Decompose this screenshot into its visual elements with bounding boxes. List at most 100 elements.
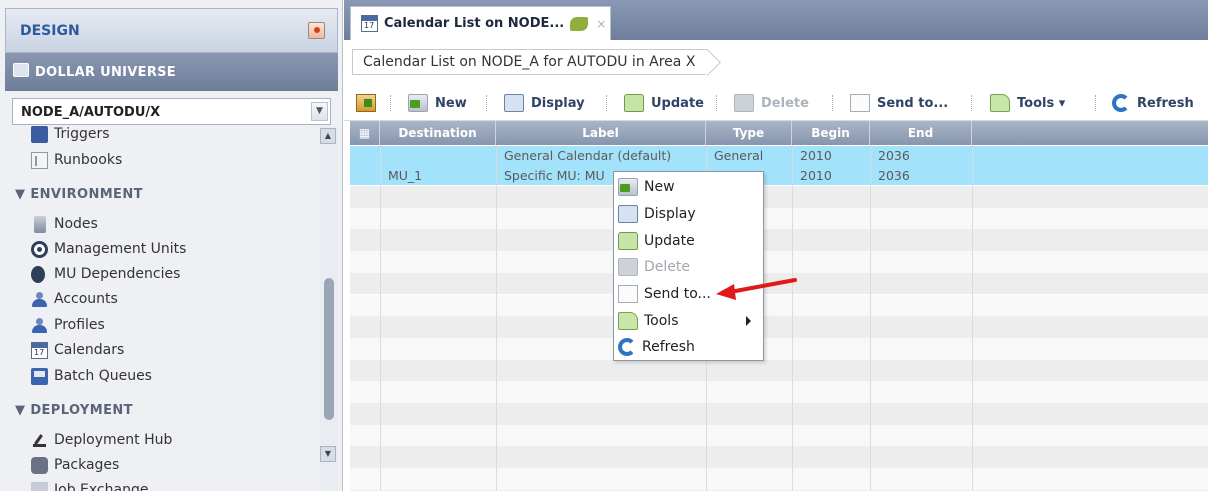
export-icon (356, 94, 376, 112)
deployment-hub-icon (31, 432, 48, 449)
app-window: DESIGN DOLLAR UNIVERSE NODE_A/AUTODU/X ▼… (0, 0, 1208, 491)
management-units-icon (31, 240, 48, 258)
sidebar-item-label: Management Units (54, 241, 187, 257)
table-row[interactable]: MU_1 Specific MU: MU 2010 2036 (350, 168, 1208, 185)
delete-icon (618, 257, 638, 276)
new-button-label: New (435, 95, 467, 111)
column-header-destination[interactable]: Destination (380, 121, 496, 145)
context-menu-send-to[interactable]: Send to... (614, 280, 763, 307)
sidebar-item-triggers[interactable]: Triggers (31, 126, 110, 145)
tools-button-label: Tools ▾ (1017, 95, 1066, 111)
sidebar-item-nodes[interactable]: Nodes (31, 213, 98, 235)
refresh-button[interactable]: Refresh (1112, 92, 1194, 114)
triggers-icon (31, 126, 48, 143)
sidebar-item-batch-queues[interactable]: Batch Queues (31, 365, 152, 387)
sidebar-item-mu-dependencies[interactable]: MU Dependencies (31, 263, 180, 285)
empty-table-row (350, 381, 1208, 403)
close-icon[interactable]: × (596, 17, 606, 31)
sidebar-item-accounts[interactable]: Accounts (31, 288, 118, 310)
context-menu-update[interactable]: Update (614, 227, 763, 254)
sidebar-item-label: Accounts (54, 291, 118, 307)
sidebar-item-packages[interactable]: Packages (31, 454, 119, 476)
calendar-list-table: ▦ Destination Label Type Begin End Gener… (350, 121, 1208, 491)
dollar-universe-header[interactable]: DOLLAR UNIVERSE (5, 53, 338, 91)
toolbar-divider (971, 95, 972, 111)
column-divider (972, 145, 973, 491)
context-menu-display[interactable]: Display (614, 200, 763, 227)
tools-button[interactable]: Tools ▾ (990, 92, 1065, 114)
scroll-down-icon[interactable]: ▼ (320, 446, 336, 462)
sidebar-item-runbooks[interactable]: Runbooks (31, 149, 122, 171)
sidebar-item-label: Packages (54, 457, 120, 473)
scroll-thumb[interactable] (324, 278, 334, 420)
universe-icon (13, 63, 29, 77)
context-menu-delete[interactable]: Delete (614, 253, 763, 280)
update-button[interactable]: Update (624, 92, 704, 114)
context-menu-tools[interactable]: Tools (614, 307, 763, 334)
toolbar: New Display Update Delete Send to... Too… (344, 85, 1208, 121)
sidebar-item-job-exchange[interactable]: Job Exchange (31, 479, 148, 491)
display-button[interactable]: Display (504, 92, 585, 114)
column-header-type[interactable]: Type (706, 121, 792, 145)
cell-destination: MU_1 (388, 168, 423, 183)
sidebar-item-label: MU Dependencies (54, 266, 181, 282)
column-chooser-icon[interactable]: ▦ (350, 121, 380, 145)
column-header-end[interactable]: End (870, 121, 972, 145)
table-row[interactable]: General Calendar (default) General 2010 … (350, 146, 1208, 168)
nodes-icon (34, 215, 46, 233)
send-to-button[interactable]: Send to... (850, 92, 948, 114)
toolbar-divider (486, 95, 487, 111)
column-divider (496, 145, 497, 491)
context-menu-refresh[interactable]: Refresh (614, 333, 763, 360)
context-menu-new[interactable]: New (614, 173, 763, 200)
send-to-icon (850, 94, 870, 112)
scroll-up-icon[interactable]: ▲ (320, 128, 336, 144)
context-menu-label: Display (644, 205, 696, 222)
chevron-down-icon[interactable]: ▼ (311, 102, 328, 121)
mu-dependencies-icon (31, 265, 45, 283)
context-menu: New Display Update Delete Send to... Too… (613, 171, 764, 361)
empty-table-row (350, 294, 1208, 317)
display-icon (618, 204, 638, 223)
new-button[interactable]: New (408, 92, 467, 114)
tab-calendar-list[interactable]: Calendar List on NODE... × (350, 6, 611, 40)
sidebar-item-profiles[interactable]: Profiles (31, 314, 105, 336)
context-menu-label: Update (644, 232, 695, 249)
context-menu-label: Delete (644, 258, 690, 275)
design-menu-icon[interactable] (308, 22, 325, 39)
section-deployment[interactable]: ▼ DEPLOYMENT (15, 399, 133, 421)
cell-begin: 2010 (800, 148, 832, 163)
cell-type: General (714, 148, 764, 163)
delete-button[interactable]: Delete (734, 92, 809, 114)
cell-destination (380, 146, 496, 168)
dollar-universe-title: DOLLAR UNIVERSE (35, 65, 176, 80)
sidebar-item-label: Runbooks (54, 152, 123, 168)
sidebar-item-deployment-hub[interactable]: Deployment Hub (31, 429, 172, 451)
runbooks-icon (31, 151, 48, 169)
new-icon (408, 94, 428, 112)
sidebar-item-management-units[interactable]: Management Units (31, 238, 186, 260)
pin-icon[interactable] (570, 16, 589, 31)
empty-table-row (350, 337, 1208, 360)
table-header: ▦ Destination Label Type Begin End (350, 121, 1208, 145)
submenu-arrow-icon (746, 316, 751, 326)
left-navigation-panel: DESIGN DOLLAR UNIVERSE NODE_A/AUTODU/X ▼… (0, 0, 343, 491)
sidebar-item-label: Job Exchange (54, 482, 149, 491)
sidebar-scrollbar[interactable]: ▲ ▼ (320, 126, 337, 491)
export-button[interactable] (356, 92, 376, 114)
section-environment[interactable]: ▼ ENVIRONMENT (15, 183, 143, 205)
sidebar-item-calendars[interactable]: Calendars (31, 339, 124, 361)
update-icon (624, 94, 644, 112)
column-divider (870, 145, 871, 491)
section-label: ▼ ENVIRONMENT (15, 186, 143, 202)
column-header-begin[interactable]: Begin (792, 121, 870, 145)
toolbar-divider (390, 95, 391, 111)
breadcrumb[interactable]: Calendar List on NODE_A for AUTODU in Ar… (352, 49, 708, 75)
context-menu-label: Send to... (644, 285, 711, 302)
sidebar-item-label: Deployment Hub (54, 432, 173, 448)
refresh-icon (1112, 94, 1130, 112)
node-area-select[interactable]: NODE_A/AUTODU/X ▼ (12, 98, 331, 125)
delete-icon (734, 94, 754, 112)
empty-table-row (350, 424, 1208, 447)
column-header-label[interactable]: Label (496, 121, 706, 145)
